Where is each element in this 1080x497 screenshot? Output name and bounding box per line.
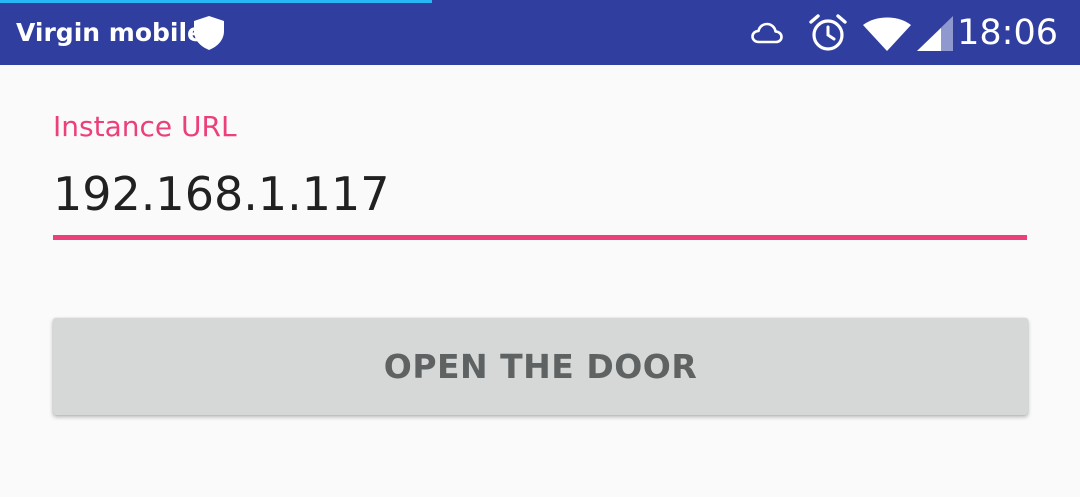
cell-signal-icon: [917, 16, 953, 51]
alarm-clock-icon: [809, 14, 847, 51]
instance-url-label: Instance URL: [53, 110, 237, 143]
cloud-icon: [751, 22, 783, 44]
instance-url-input[interactable]: [53, 163, 1027, 225]
input-underline: [53, 235, 1027, 240]
carrier-name: Virgin mobile: [16, 18, 204, 47]
wifi-icon: [863, 17, 911, 51]
loading-progress-bar: [0, 0, 432, 3]
shield-icon: [194, 16, 224, 50]
status-time: 18:06: [957, 13, 1058, 53]
main-content: Instance URL OPEN THE DOOR: [0, 65, 1080, 497]
status-bar: Virgin mobile 18:06: [0, 0, 1080, 65]
open-door-button[interactable]: OPEN THE DOOR: [53, 318, 1028, 415]
